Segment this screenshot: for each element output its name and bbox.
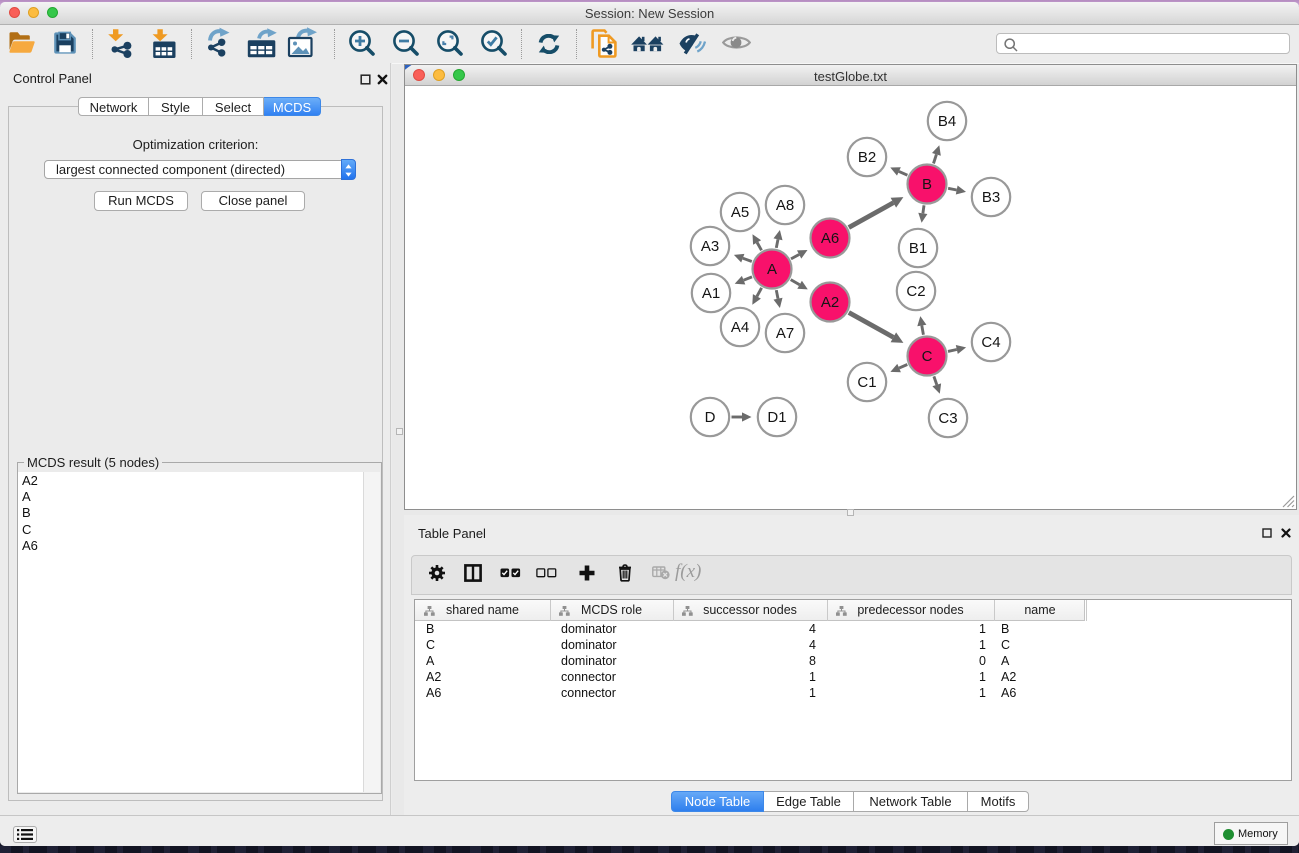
svg-text:B2: B2 — [858, 149, 876, 166]
svg-text:C2: C2 — [906, 283, 925, 300]
svg-text:D: D — [705, 409, 716, 426]
svg-text:A1: A1 — [702, 285, 720, 302]
svg-text:D1: D1 — [767, 409, 786, 426]
svg-text:A4: A4 — [731, 319, 749, 336]
svg-text:B: B — [922, 176, 932, 193]
svg-text:A5: A5 — [731, 204, 749, 221]
svg-text:A3: A3 — [701, 238, 719, 255]
svg-text:C: C — [922, 348, 933, 365]
svg-text:A: A — [767, 261, 777, 278]
svg-text:B1: B1 — [909, 240, 927, 257]
svg-text:A7: A7 — [776, 325, 794, 342]
svg-text:A6: A6 — [821, 230, 839, 247]
svg-text:C4: C4 — [981, 334, 1000, 351]
svg-text:A8: A8 — [776, 197, 794, 214]
svg-text:B4: B4 — [938, 113, 956, 130]
svg-text:C1: C1 — [857, 374, 876, 391]
svg-text:A2: A2 — [821, 294, 839, 311]
svg-text:B3: B3 — [982, 189, 1000, 206]
svg-text:C3: C3 — [938, 410, 957, 427]
